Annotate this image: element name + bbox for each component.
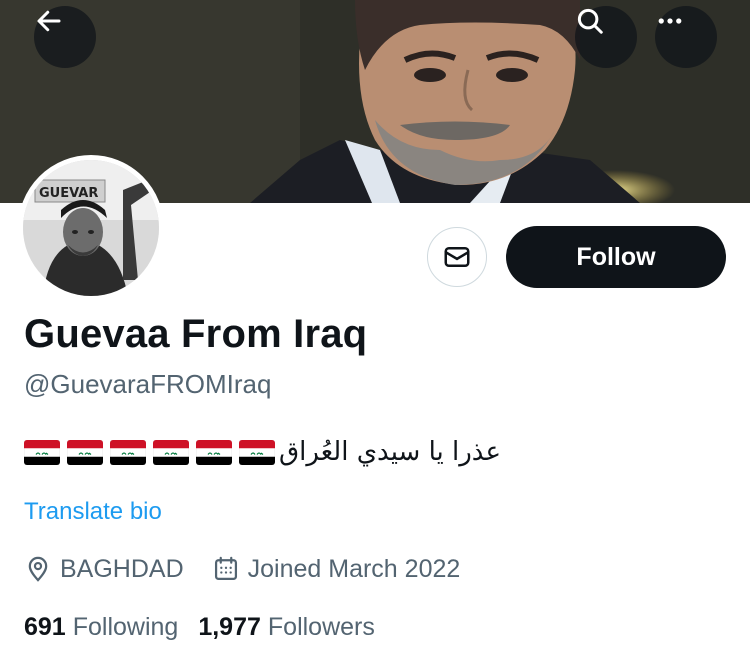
following-label: Following	[72, 612, 179, 641]
bio-flags	[24, 439, 275, 465]
calendar-icon	[214, 556, 237, 581]
more-button[interactable]	[655, 6, 717, 68]
location-pin-icon	[28, 556, 48, 582]
profile-meta: BAGHDAD Joined March 2022	[24, 552, 460, 586]
iraq-flag-icon	[110, 439, 146, 465]
arrow-left-icon	[37, 10, 61, 32]
iraq-flag-icon	[24, 439, 60, 465]
envelope-icon	[444, 247, 470, 267]
search-button[interactable]	[575, 6, 637, 68]
followers-stat[interactable]: 1,977 Followers	[198, 613, 375, 642]
following-count: 691	[24, 612, 66, 641]
profile-avatar[interactable]: GUEVAR	[18, 155, 164, 301]
iraq-flag-icon	[196, 439, 232, 465]
following-stat[interactable]: 691 Following	[24, 613, 178, 642]
iraq-flag-icon	[239, 439, 275, 465]
display-name: Guevaa From Iraq	[24, 312, 368, 356]
avatar-sign-text: GUEVAR	[39, 186, 98, 201]
search-icon	[577, 8, 603, 34]
location: BAGHDAD	[24, 555, 184, 584]
bio: عذرا يا سيدي العُراق	[24, 432, 724, 472]
follow-button[interactable]: Follow	[506, 226, 726, 288]
user-handle: @GuevaraFROMIraq	[24, 369, 272, 399]
iraq-flag-icon	[153, 439, 189, 465]
message-button[interactable]	[427, 227, 487, 287]
translate-bio-link[interactable]: Translate bio	[24, 498, 162, 526]
join-date: Joined March 2022	[212, 554, 461, 584]
location-text: BAGHDAD	[60, 554, 184, 583]
joined-text: Joined March 2022	[247, 554, 461, 583]
followers-label: Followers	[267, 612, 375, 641]
follow-stats: 691 Following 1,977 Followers	[24, 610, 375, 644]
followers-count: 1,977	[198, 612, 261, 641]
more-horizontal-icon	[658, 18, 682, 24]
iraq-flag-icon	[67, 439, 103, 465]
bio-text: عذرا يا سيدي العُراق	[279, 437, 501, 467]
avatar-image: GUEVAR	[23, 160, 159, 296]
back-button[interactable]	[34, 6, 96, 68]
